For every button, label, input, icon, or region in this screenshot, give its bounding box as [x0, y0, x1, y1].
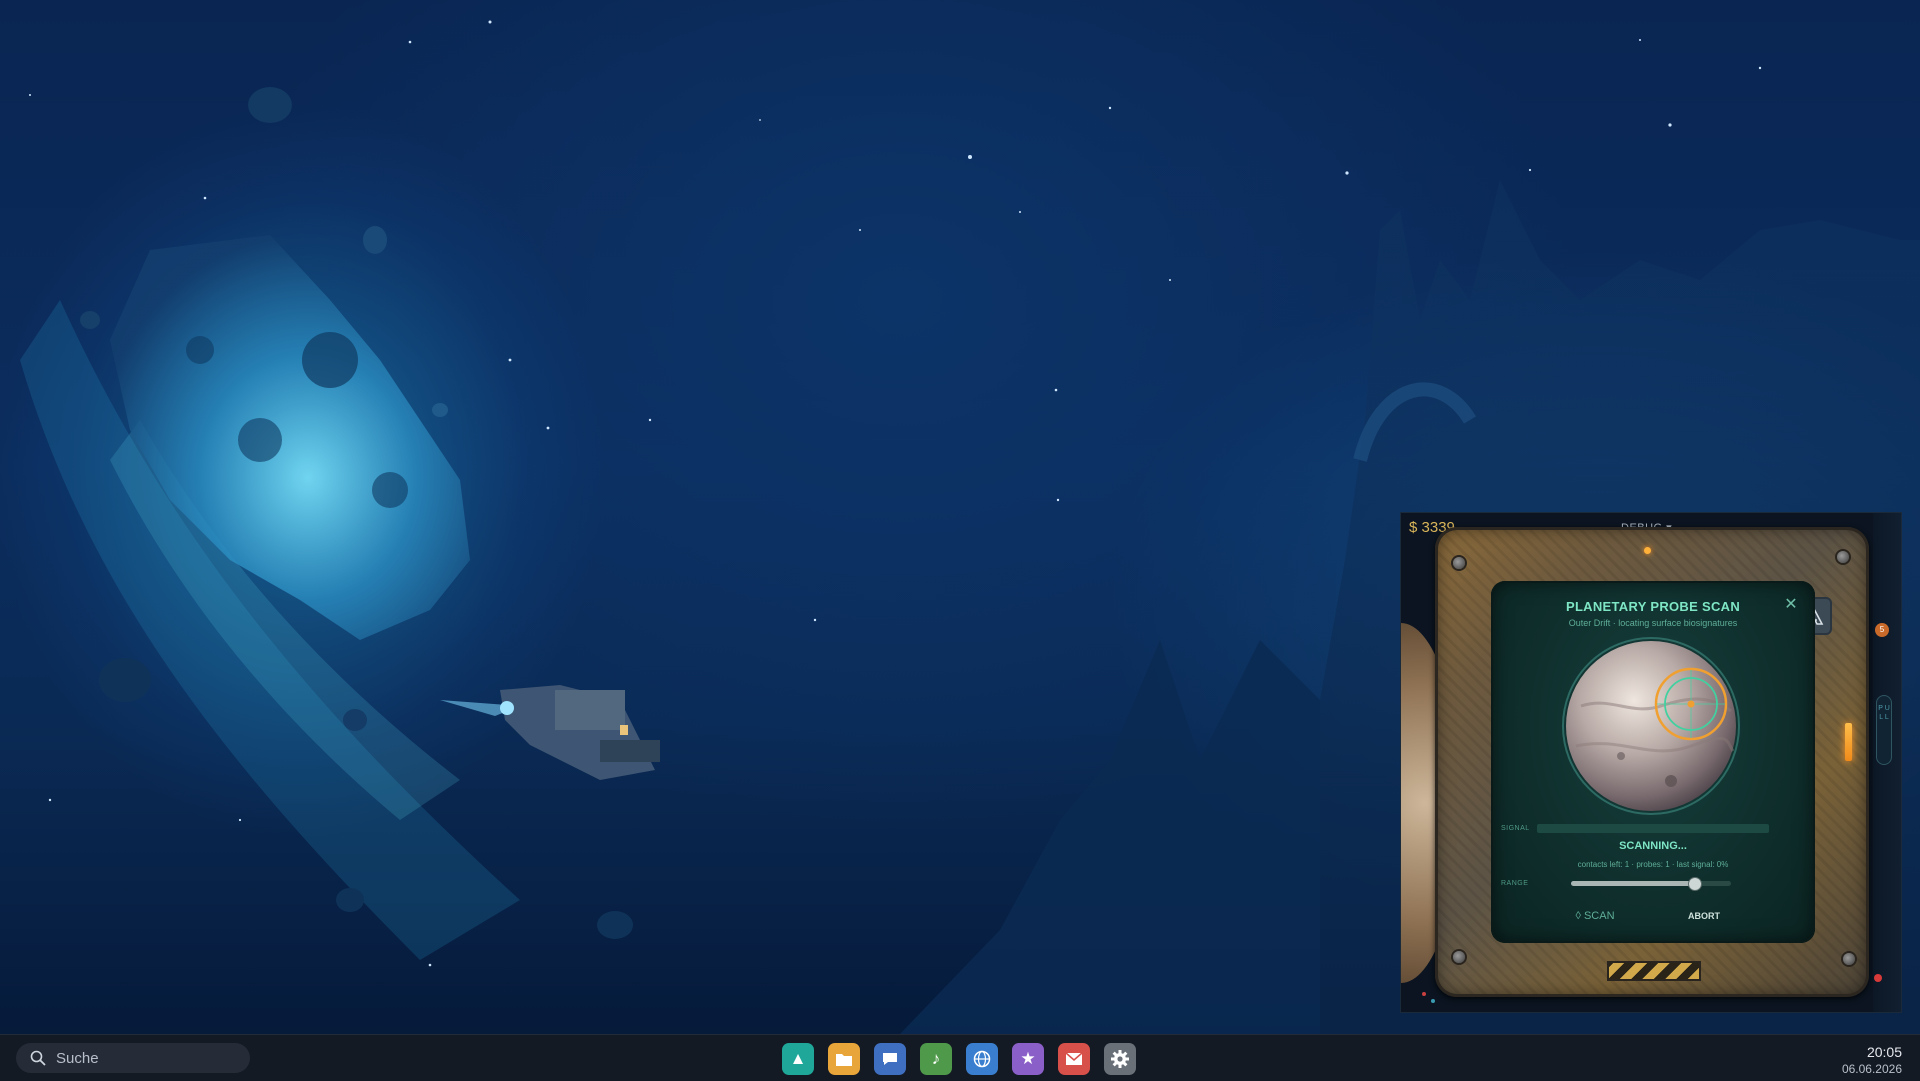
- hazard-stripes: [1607, 961, 1701, 981]
- planet-view[interactable]: [1561, 636, 1741, 816]
- abort-button[interactable]: ABORT: [1671, 907, 1737, 925]
- panel-subtitle: Outer Drift · locating surface biosignat…: [1568, 618, 1738, 628]
- panel-title: PLANETARY PROBE SCAN: [1565, 599, 1741, 614]
- signal-label: SIGNAL: [1501, 825, 1530, 832]
- frame-bolt: [1453, 951, 1465, 963]
- dock-app-launcher[interactable]: ▲: [782, 1043, 814, 1075]
- scan-status: SCANNING...: [1619, 840, 1687, 852]
- range-slider[interactable]: [1571, 877, 1731, 891]
- search-box[interactable]: [16, 1043, 250, 1073]
- range-slider-thumb[interactable]: [1688, 877, 1703, 891]
- scan-screen: PLANETARY PROBE SCAN Outer Drift · locat…: [1491, 581, 1815, 943]
- app-dock: ▲ ♪ ★: [782, 1043, 1136, 1075]
- close-icon: ✕: [1784, 596, 1798, 613]
- spaceship: [440, 685, 660, 780]
- side-indicator-light: [1845, 723, 1852, 761]
- frame-bolt: [1843, 953, 1855, 965]
- pull-tab[interactable]: P U L L: [1876, 695, 1892, 765]
- scan-button[interactable]: ◊ SCAN: [1563, 907, 1627, 925]
- star-icon: ★: [1020, 1049, 1036, 1068]
- range-slider-fill: [1571, 881, 1695, 886]
- close-button[interactable]: ✕: [1781, 595, 1801, 615]
- frame-bolt: [1453, 557, 1465, 569]
- indicator-lights: [1422, 992, 1435, 1003]
- dock-app-mail[interactable]: [1058, 1043, 1090, 1075]
- dock-app-favorites[interactable]: ★: [1012, 1043, 1044, 1075]
- system-clock[interactable]: 20:05 06.06.2026: [1842, 1044, 1902, 1076]
- planet-svg: [1562, 637, 1740, 815]
- globe-icon: [973, 1050, 991, 1068]
- scan-stats: contacts left: 1 · probes: 1 · last sign…: [1577, 860, 1729, 869]
- triangle-icon: ▲: [789, 1049, 807, 1068]
- clock-date: 06.06.2026: [1841, 1062, 1902, 1076]
- dock-app-settings[interactable]: [1104, 1043, 1136, 1075]
- scan-target-reticle: [1654, 667, 1728, 741]
- red-indicator-light: [1874, 974, 1882, 982]
- notification-badge[interactable]: 5: [1875, 623, 1889, 637]
- music-note-icon: ♪: [931, 1049, 941, 1068]
- game-window[interactable]: $ 3339 DEBUG ▾ PLANETARY PROBE SCAN Oute…: [1401, 513, 1901, 1012]
- mail-icon: [1065, 1052, 1083, 1065]
- dock-app-chat[interactable]: [874, 1043, 906, 1075]
- range-label: RANGE: [1501, 880, 1529, 887]
- search-icon: [30, 1050, 46, 1066]
- frame-bolt: [1837, 551, 1849, 563]
- chat-icon: [883, 1053, 897, 1065]
- dock-app-browser[interactable]: [966, 1043, 998, 1075]
- dock-app-music[interactable]: ♪: [920, 1043, 952, 1075]
- signal-meter: [1537, 824, 1769, 833]
- planet: [1566, 641, 1736, 811]
- dock-app-files[interactable]: [828, 1043, 860, 1075]
- clock-time: 20:05: [1866, 1044, 1902, 1060]
- status-light: [1644, 547, 1651, 554]
- taskbar: ▲ ♪ ★: [0, 1034, 1920, 1081]
- gear-icon: [1111, 1050, 1129, 1068]
- folder-icon: [836, 1054, 852, 1066]
- search-input[interactable]: [54, 1048, 238, 1068]
